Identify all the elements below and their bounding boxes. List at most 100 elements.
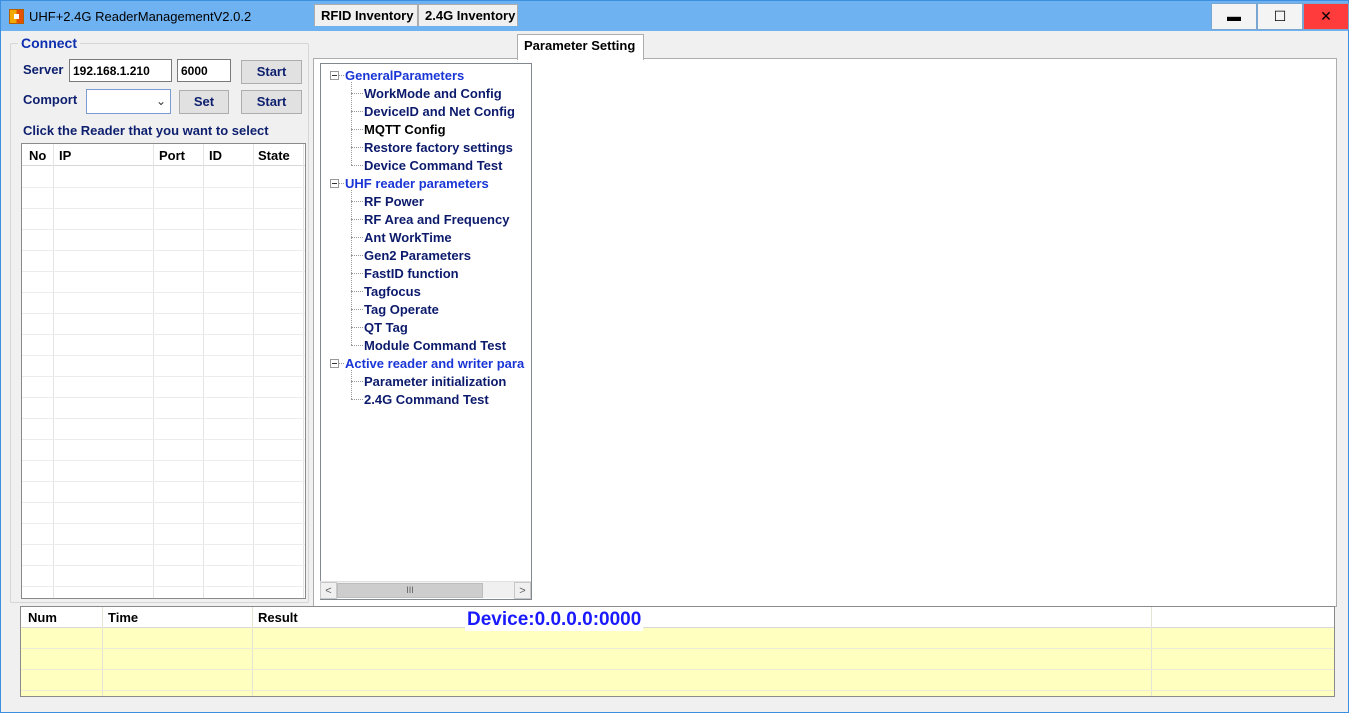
select-reader-instruction: Click the Reader that you want to select <box>23 123 269 138</box>
column-header-num[interactable]: Num <box>28 610 57 625</box>
comport-start-button[interactable]: Start <box>241 90 302 114</box>
tree-connector <box>351 190 352 345</box>
tree-horizontal-scrollbar[interactable]: < III > <box>320 581 531 599</box>
tree-item-ant-worktime[interactable]: Ant WorkTime <box>364 230 452 245</box>
close-button[interactable]: ✕ <box>1303 3 1349 30</box>
grid-row-line <box>22 271 305 272</box>
column-header-time[interactable]: Time <box>108 610 138 625</box>
scroll-right-icon[interactable]: > <box>514 582 531 599</box>
grid-divider <box>253 144 254 598</box>
tree-item-mqtt-config[interactable]: MQTT Config <box>364 122 446 137</box>
tree-connector <box>351 219 363 220</box>
app-logo-icon <box>9 9 24 24</box>
column-header-ip[interactable]: IP <box>59 148 71 163</box>
grid-divider <box>1151 607 1152 696</box>
grid-row-line <box>22 418 305 419</box>
column-header-result[interactable]: Result <box>258 610 298 625</box>
grid-divider <box>252 607 253 696</box>
tab-2-4g-inventory[interactable]: 2.4G Inventory <box>418 4 518 26</box>
grid-row-line <box>22 187 305 188</box>
collapse-icon[interactable] <box>330 179 339 188</box>
grid-divider <box>203 144 204 598</box>
result-log-table[interactable]: Num Time Result <box>20 606 1335 697</box>
grid-row-line <box>22 250 305 251</box>
tree-item-gen2-parameters[interactable]: Gen2 Parameters <box>364 248 471 263</box>
tab-rfid-inventory[interactable]: RFID Inventory <box>314 4 418 26</box>
server-start-button[interactable]: Start <box>241 60 302 84</box>
collapse-icon[interactable] <box>330 359 339 368</box>
tree-connector <box>339 363 344 364</box>
tree-connector <box>339 75 344 76</box>
grid-divider <box>53 144 54 598</box>
column-header-id[interactable]: ID <box>209 148 222 163</box>
tree-connector <box>351 129 363 130</box>
tree-item-device-command-test[interactable]: Device Command Test <box>364 158 502 173</box>
grid-row-line <box>22 313 305 314</box>
tree-connector <box>351 237 363 238</box>
grid-row-line <box>22 460 305 461</box>
tree-connector <box>351 165 363 166</box>
parameter-tree[interactable]: GeneralParameters WorkMode and Config De… <box>320 63 532 600</box>
tree-connector <box>351 273 363 274</box>
app-window: UHF+2.4G ReaderManagementV2.0.2 ▬ ☐ ✕ Co… <box>0 0 1349 713</box>
reader-table[interactable]: No IP Port ID State <box>21 143 306 599</box>
tree-connector <box>351 345 363 346</box>
scroll-left-icon[interactable]: < <box>320 582 337 599</box>
chevron-down-icon: ⌄ <box>155 94 166 108</box>
server-port-input[interactable]: 6000 <box>177 59 231 82</box>
tree-connector <box>351 93 363 94</box>
grid-row-line <box>22 334 305 335</box>
tree-group-general-parameters[interactable]: GeneralParameters <box>345 68 464 83</box>
tree-group-uhf-reader-parameters[interactable]: UHF reader parameters <box>345 176 489 191</box>
comport-select[interactable]: ⌄ <box>86 89 171 114</box>
title-bar[interactable]: UHF+2.4G ReaderManagementV2.0.2 ▬ ☐ ✕ <box>1 1 1349 31</box>
grid-divider <box>21 648 1334 649</box>
tree-item-fastid-function[interactable]: FastID function <box>364 266 459 281</box>
window-title: UHF+2.4G ReaderManagementV2.0.2 <box>29 9 252 24</box>
grid-divider <box>303 144 304 598</box>
column-header-state[interactable]: State <box>258 148 290 163</box>
comport-set-button[interactable]: Set <box>179 90 229 114</box>
tree-item-tag-operate[interactable]: Tag Operate <box>364 302 439 317</box>
comport-label: Comport <box>23 92 78 107</box>
tree-connector <box>351 147 363 148</box>
grid-row-line <box>22 523 305 524</box>
column-header-no[interactable]: No <box>29 148 46 163</box>
grid-row-line <box>22 397 305 398</box>
tree-item-rf-power[interactable]: RF Power <box>364 194 424 209</box>
grid-divider <box>153 144 154 598</box>
grid-row-line <box>22 208 305 209</box>
minimize-button[interactable]: ▬ <box>1211 3 1257 30</box>
tree-item-module-command-test[interactable]: Module Command Test <box>364 338 506 353</box>
tree-item-2-4g-command-test[interactable]: 2.4G Command Test <box>364 392 489 407</box>
scroll-thumb[interactable]: III <box>337 583 483 598</box>
tree-connector <box>351 309 363 310</box>
column-header-port[interactable]: Port <box>159 148 185 163</box>
tree-item-deviceid-net-config[interactable]: DeviceID and Net Config <box>364 104 515 119</box>
grid-row-line <box>22 502 305 503</box>
tree-group-active-reader-writer[interactable]: Active reader and writer para <box>345 356 524 371</box>
tree-item-parameter-initialization[interactable]: Parameter initialization <box>364 374 506 389</box>
grid-row-line <box>22 481 305 482</box>
server-ip-input[interactable]: 192.168.1.210 <box>69 59 172 82</box>
tree-connector <box>351 111 363 112</box>
grid-row-line <box>22 544 305 545</box>
connect-group-title: Connect <box>18 35 80 51</box>
tab-parameter-setting[interactable]: Parameter Setting <box>517 34 644 60</box>
maximize-button[interactable]: ☐ <box>1257 3 1303 30</box>
tree-connector <box>351 201 363 202</box>
grid-row-line <box>22 586 305 587</box>
tree-item-rf-area-frequency[interactable]: RF Area and Frequency <box>364 212 509 227</box>
server-label: Server <box>23 62 64 77</box>
tree-connector <box>339 183 344 184</box>
tree-connector <box>351 291 363 292</box>
grid-divider <box>21 669 1334 670</box>
tree-item-restore-factory[interactable]: Restore factory settings <box>364 140 513 155</box>
result-log-header: Num Time Result <box>21 607 1334 628</box>
tree-item-tagfocus[interactable]: Tagfocus <box>364 284 421 299</box>
grid-divider <box>21 690 1334 691</box>
collapse-icon[interactable] <box>330 71 339 80</box>
tree-item-qt-tag[interactable]: QT Tag <box>364 320 408 335</box>
tree-item-workmode-config[interactable]: WorkMode and Config <box>364 86 502 101</box>
tree-connector <box>351 82 352 165</box>
